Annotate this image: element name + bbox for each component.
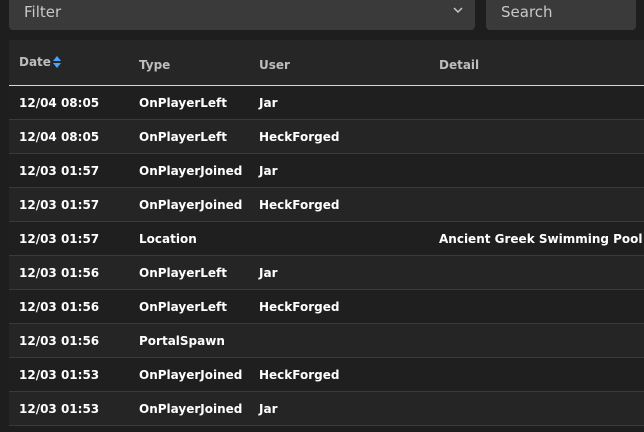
event-table: Date Type User Detail 12/04 08:05 OnPlaye… xyxy=(9,40,644,426)
row-date: 12/03 01:53 xyxy=(19,368,100,382)
table-row[interactable]: 12/03 01:56 OnPlayerLeft HeckForged xyxy=(9,290,644,324)
row-type: OnPlayerLeft xyxy=(139,300,228,314)
row-user: HeckForged xyxy=(259,130,340,144)
row-type: OnPlayerJoined xyxy=(139,402,243,416)
table-row[interactable]: 12/03 01:57 OnPlayerJoined Jar xyxy=(9,154,644,188)
row-date: 12/03 01:56 xyxy=(19,334,100,348)
row-type: PortalSpawn xyxy=(139,334,225,348)
row-detail: Ancient Greek Swimming Pool #5... xyxy=(439,232,644,246)
row-user: Jar xyxy=(259,164,278,178)
filter-select[interactable]: Filter xyxy=(9,0,475,30)
row-date: 12/03 01:57 xyxy=(19,198,100,212)
table-row[interactable]: 12/03 01:53 OnPlayerJoined Jar xyxy=(9,392,644,426)
row-date: 12/03 01:57 xyxy=(19,164,100,178)
row-date: 12/04 08:05 xyxy=(19,96,100,110)
search-button[interactable]: Search xyxy=(486,0,636,30)
column-header-user[interactable]: User xyxy=(259,58,290,72)
row-type: OnPlayerLeft xyxy=(139,130,228,144)
row-type: OnPlayerJoined xyxy=(139,368,243,382)
row-type: OnPlayerJoined xyxy=(139,164,243,178)
filter-placeholder: Filter xyxy=(24,3,62,21)
row-type: OnPlayerJoined xyxy=(139,198,243,212)
row-user: Jar xyxy=(259,96,278,110)
row-date: 12/03 01:56 xyxy=(19,266,100,280)
row-type: Location xyxy=(139,232,197,246)
row-user: Jar xyxy=(259,266,278,280)
table-body: 12/04 08:05 OnPlayerLeft Jar 12/04 08:05 OnP… xyxy=(9,86,644,426)
chevron-down-icon xyxy=(453,7,463,14)
row-user: HeckForged xyxy=(259,198,340,212)
row-date: 12/03 01:53 xyxy=(19,402,100,416)
column-header-type[interactable]: Type xyxy=(139,58,170,72)
search-button-label: Search xyxy=(501,3,553,21)
row-user: Jar xyxy=(259,402,278,416)
table-row[interactable]: 12/03 01:56 OnPlayerLeft Jar xyxy=(9,256,644,290)
table-header: Date Type User Detail xyxy=(9,40,644,86)
toolbar: Filter Search xyxy=(0,0,644,40)
table-row[interactable]: 12/04 08:05 OnPlayerLeft Jar xyxy=(9,86,644,120)
row-user: HeckForged xyxy=(259,300,340,314)
table-row[interactable]: 12/03 01:53 OnPlayerJoined HeckForged xyxy=(9,358,644,392)
sort-icon[interactable] xyxy=(52,55,62,69)
row-date: 12/04 08:05 xyxy=(19,130,100,144)
table-row[interactable]: 12/03 01:57 Location Ancient Greek Swimmin… xyxy=(9,222,644,256)
column-header-detail[interactable]: Detail xyxy=(439,58,479,72)
row-type: OnPlayerLeft xyxy=(139,266,228,280)
row-type: OnPlayerLeft xyxy=(139,96,228,110)
table-row[interactable]: 12/04 08:05 OnPlayerLeft HeckForged xyxy=(9,120,644,154)
table-row[interactable]: 12/03 01:56 PortalSpawn xyxy=(9,324,644,358)
row-date: 12/03 01:57 xyxy=(19,232,100,246)
column-header-date[interactable]: Date xyxy=(19,55,51,69)
row-date: 12/03 01:56 xyxy=(19,300,100,314)
row-user: HeckForged xyxy=(259,368,340,382)
table-row[interactable]: 12/03 01:57 OnPlayerJoined HeckForged xyxy=(9,188,644,222)
